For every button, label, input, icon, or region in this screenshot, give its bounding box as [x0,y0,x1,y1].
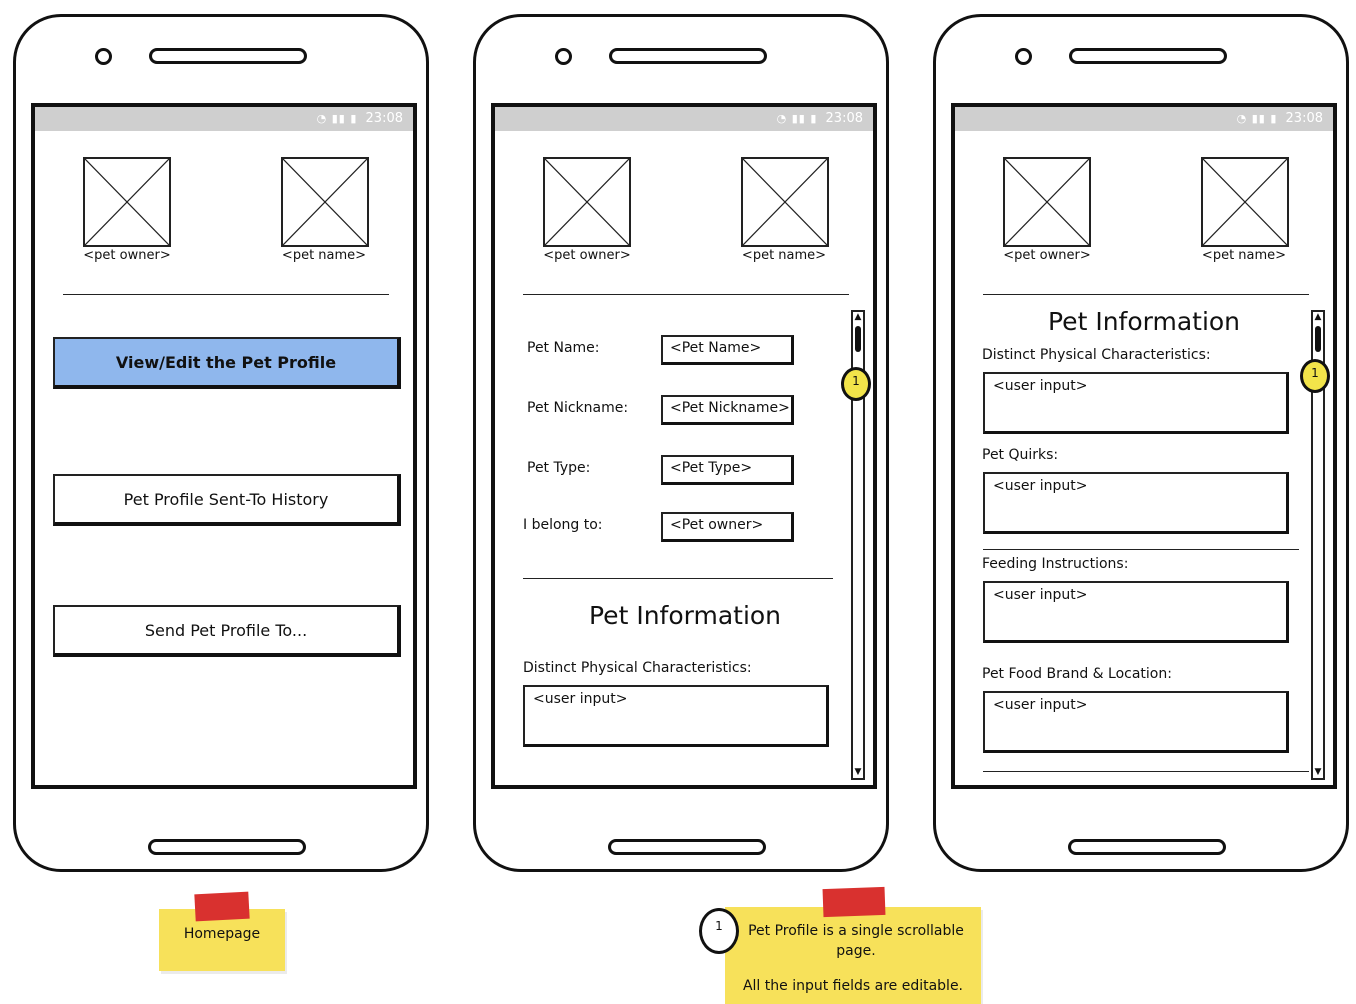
pet-quirks-input[interactable]: <user input> [983,472,1289,534]
pet-nickname-field[interactable]: <Pet Nickname> [661,395,794,425]
pet-information-title: Pet Information [589,601,782,630]
distinct-characteristics-input[interactable]: <user input> [983,372,1289,434]
pet-food-brand-label: Pet Food Brand & Location: [982,666,1172,682]
belong-to-label: I belong to: [523,517,603,533]
pet-owner-caption: <pet owner> [83,248,171,263]
home-button[interactable] [1068,839,1226,855]
pet-name-field[interactable]: <Pet Name> [661,335,794,365]
status-time: 23:08 [365,111,403,126]
status-bar: ◔ ▮▮ ▮ 23:08 [495,107,873,131]
send-profile-button[interactable]: Send Pet Profile To... [53,605,401,657]
wifi-signal-battery-icon: ◔ ▮▮ ▮ [1236,112,1278,125]
image-placeholder-icon [283,159,367,245]
pet-name-image [281,157,369,247]
profile-note: Pet Profile is a single scrollable page.… [725,907,981,1004]
homepage-screen: ◔ ▮▮ ▮ 23:08 <pet owner> <pet name> View… [31,103,417,789]
pet-information-screen: ◔ ▮▮ ▮ 23:08 <pet owner> <pet name> Pet … [951,103,1337,789]
pet-name-image [741,157,829,247]
phone-pet-information: ◔ ▮▮ ▮ 23:08 <pet owner> <pet name> Pet … [933,14,1349,872]
wifi-signal-battery-icon: ◔ ▮▮ ▮ [316,112,358,125]
scroll-down-icon[interactable]: ▼ [1313,767,1323,778]
feeding-instructions-input[interactable]: <user input> [983,581,1289,643]
pet-name-caption: <pet name> [1201,248,1287,263]
annotation-marker: 1 [1300,359,1330,393]
image-placeholder-icon [743,159,827,245]
speaker-icon [609,48,767,64]
sent-to-history-button[interactable]: Pet Profile Sent-To History [53,474,401,526]
pet-owner-caption: <pet owner> [543,248,631,263]
pet-owner-image [83,157,171,247]
phone-homepage: ◔ ▮▮ ▮ 23:08 <pet owner> <pet name> View… [13,14,429,872]
scroll-up-icon[interactable]: ▲ [853,312,863,323]
camera-icon [95,48,112,65]
status-bar: ◔ ▮▮ ▮ 23:08 [955,107,1333,131]
image-placeholder-icon [85,159,169,245]
profile-note-line1: Pet Profile is a single scrollable page. [748,923,964,959]
divider [983,771,1309,772]
scroll-down-icon[interactable]: ▼ [853,767,863,778]
distinct-characteristics-label: Distinct Physical Characteristics: [982,347,1211,363]
pet-type-field[interactable]: <Pet Type> [661,455,794,485]
image-placeholder-icon [545,159,629,245]
feeding-instructions-label: Feeding Instructions: [982,556,1129,572]
scroll-thumb[interactable] [1315,326,1321,352]
homepage-note-text: Homepage [183,926,261,942]
annotation-marker: 1 [841,367,871,401]
pet-food-brand-input[interactable]: <user input> [983,691,1289,753]
pet-owner-caption: <pet owner> [1003,248,1091,263]
belong-to-field[interactable]: <Pet owner> [661,512,794,542]
note-tape [822,886,886,918]
pet-owner-image [543,157,631,247]
pet-name-label: Pet Name: [527,340,600,356]
profile-note-line2: All the input fields are editable. [742,978,964,994]
divider [523,578,833,579]
phone-pet-profile: ◔ ▮▮ ▮ 23:08 <pet owner> <pet name> Pet … [473,14,889,872]
pet-name-caption: <pet name> [281,248,367,263]
divider [63,294,389,295]
scroll-up-icon[interactable]: ▲ [1313,312,1323,323]
speaker-icon [1069,48,1227,64]
image-placeholder-icon [1005,159,1089,245]
pet-information-title: Pet Information [1048,307,1241,336]
pet-quirks-label: Pet Quirks: [982,447,1059,463]
divider [983,294,1309,295]
home-button[interactable] [148,839,306,855]
distinct-characteristics-input[interactable]: <user input> [523,685,829,747]
note-tape [194,891,250,922]
camera-icon [555,48,572,65]
wifi-signal-battery-icon: ◔ ▮▮ ▮ [776,112,818,125]
status-time: 23:08 [1285,111,1323,126]
pet-owner-image [1003,157,1091,247]
divider [523,294,849,295]
status-time: 23:08 [825,111,863,126]
note-marker: 1 [699,908,739,954]
speaker-icon [149,48,307,64]
divider [983,549,1299,550]
image-placeholder-icon [1203,159,1287,245]
status-bar: ◔ ▮▮ ▮ 23:08 [35,107,413,131]
pet-name-image [1201,157,1289,247]
pet-type-label: Pet Type: [527,460,591,476]
view-edit-profile-button[interactable]: View/Edit the Pet Profile [53,337,401,389]
pet-nickname-label: Pet Nickname: [527,400,629,416]
pet-name-caption: <pet name> [741,248,827,263]
home-button[interactable] [608,839,766,855]
pet-profile-screen: ◔ ▮▮ ▮ 23:08 <pet owner> <pet name> Pet … [491,103,877,789]
distinct-characteristics-label: Distinct Physical Characteristics: [523,660,752,676]
camera-icon [1015,48,1032,65]
scroll-thumb[interactable] [855,326,861,352]
